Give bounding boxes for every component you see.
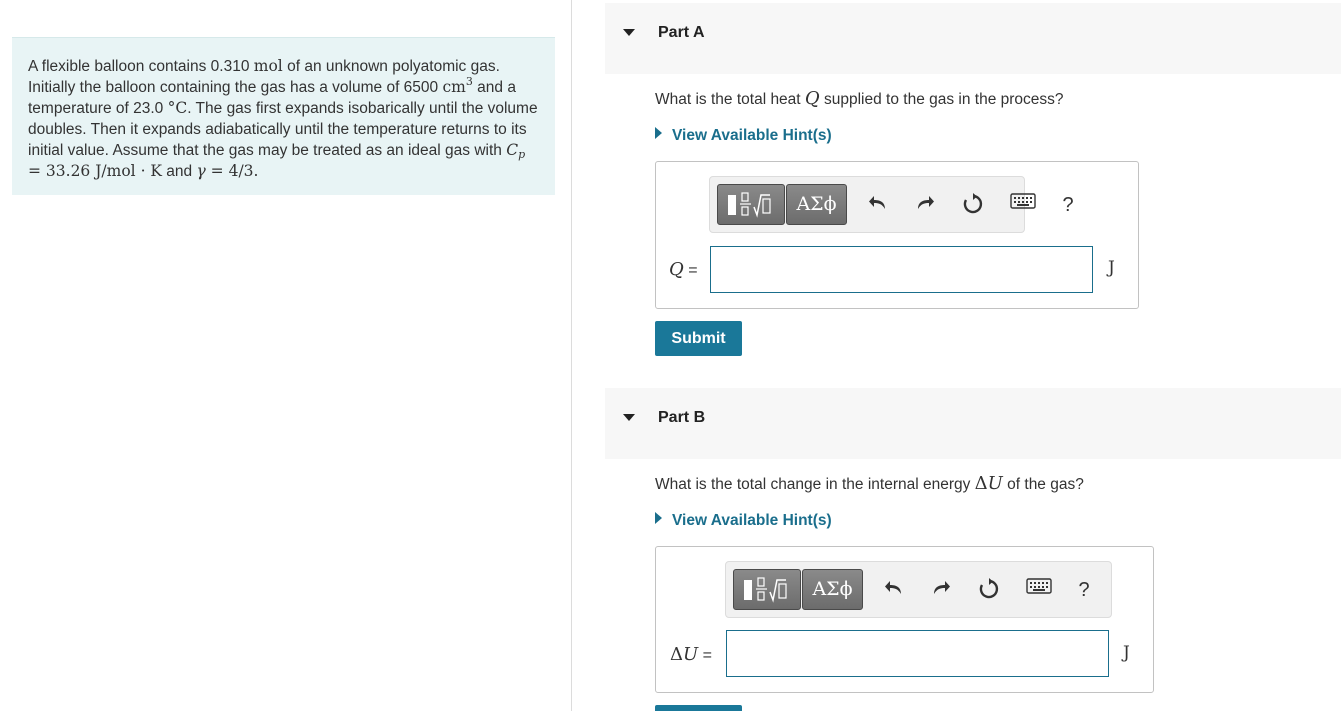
part-a-title: Part A	[658, 24, 705, 41]
part-a-answer-box: ΑΣϕ ? Q = J	[655, 161, 1139, 309]
unit-celsius: °C	[167, 99, 188, 118]
problem-text: A flexible balloon contains 0.310	[28, 58, 254, 75]
math-toolbar: ΑΣϕ ?	[709, 176, 1074, 233]
help-icon[interactable]: ?	[1055, 193, 1081, 217]
part-b-header[interactable]: Part B	[605, 388, 1341, 459]
q-variable-label: Q =	[669, 259, 698, 280]
undo-icon[interactable]	[881, 578, 907, 596]
part-b-title: Part B	[658, 409, 706, 426]
pane-divider	[571, 0, 572, 711]
part-b-question: What is the total change in the internal…	[655, 473, 1084, 494]
greek-symbols-button[interactable]: ΑΣϕ	[786, 184, 847, 225]
submit-button-partial[interactable]	[655, 705, 742, 711]
delta-u-answer-input[interactable]	[726, 630, 1109, 677]
unit-mol: mol	[253, 57, 283, 75]
help-icon[interactable]: ?	[1071, 578, 1097, 602]
expand-triangle-icon	[655, 127, 662, 139]
gamma-expression: γ = 4/3	[196, 162, 254, 181]
redo-icon[interactable]	[928, 578, 954, 596]
math-toolbar: ΑΣϕ ?	[725, 561, 1112, 618]
unit-joules: J	[1123, 643, 1130, 663]
unit-joules: J	[1108, 258, 1115, 278]
redo-icon[interactable]	[912, 193, 938, 211]
keyboard-icon[interactable]	[1008, 193, 1038, 209]
delta-u-variable-label: ΔU =	[670, 644, 712, 665]
unit-cm3: cm3	[442, 75, 473, 97]
part-a-question: What is the total heat Q supplied to the…	[655, 88, 1064, 109]
problem-text: and	[162, 163, 197, 181]
greek-symbols-button[interactable]: ΑΣϕ	[802, 569, 863, 610]
part-b-answer-box: ΑΣϕ ? ΔU = J	[655, 546, 1154, 693]
templates-button[interactable]	[717, 184, 785, 225]
part-b-hint-link[interactable]: View Available Hint(s)	[655, 512, 832, 530]
part-a-hint-link[interactable]: View Available Hint(s)	[655, 127, 832, 145]
submit-button[interactable]: Submit	[655, 321, 742, 356]
keyboard-icon[interactable]	[1024, 578, 1054, 594]
expand-triangle-icon	[655, 512, 662, 524]
problem-statement: A flexible balloon contains 0.310 mol of…	[12, 37, 555, 195]
templates-button[interactable]	[733, 569, 801, 610]
reset-icon[interactable]	[976, 578, 1002, 600]
q-answer-input[interactable]	[710, 246, 1093, 293]
collapse-caret-icon[interactable]	[623, 414, 635, 421]
undo-icon[interactable]	[865, 193, 891, 211]
collapse-caret-icon[interactable]	[623, 29, 635, 36]
part-a-header[interactable]: Part A	[605, 3, 1341, 74]
reset-icon[interactable]	[960, 193, 986, 215]
